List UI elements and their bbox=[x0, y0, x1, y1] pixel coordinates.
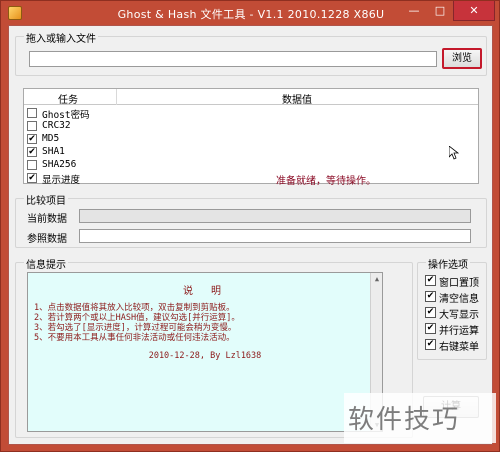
option-parallel[interactable]: ✔ 并行运算 bbox=[425, 322, 491, 337]
table-row-progress[interactable]: ✔ 显示进度 准备就绪，等待操作。 bbox=[26, 172, 476, 187]
current-data-field bbox=[79, 209, 471, 223]
table-row-md5[interactable]: ✔ MD5 bbox=[26, 133, 476, 146]
checkbox-always-on-top[interactable]: ✔ bbox=[425, 275, 436, 286]
info-footer: 2010-12-28, By Lzl1638 bbox=[148, 351, 262, 361]
watermark: 软件技巧 bbox=[344, 393, 496, 443]
current-data-label: 当前数据 bbox=[27, 214, 67, 225]
browse-button[interactable]: 浏览 bbox=[442, 48, 482, 69]
reference-data-field[interactable] bbox=[79, 229, 471, 243]
column-header-task: 任务 bbox=[58, 95, 78, 106]
table-header: 任务 数据值 bbox=[24, 89, 478, 106]
option-label-parallel: 并行运算 bbox=[439, 326, 479, 337]
table-row-sha256[interactable]: SHA256 bbox=[26, 159, 476, 172]
checkbox-context-menu[interactable]: ✔ bbox=[425, 339, 436, 350]
info-line-3: 3、若勾选了[显示进度]，计算过程可能会稍为变慢。 bbox=[34, 323, 237, 333]
option-label-clear-info: 清空信息 bbox=[439, 294, 479, 305]
title-bar[interactable]: Ghost & Hash 文件工具 - V1.1 2010.1228 X86U … bbox=[1, 1, 500, 25]
file-path-input[interactable] bbox=[29, 51, 437, 67]
row-label-sha256: SHA256 bbox=[42, 159, 77, 170]
scroll-up-icon[interactable]: ▲ bbox=[373, 275, 381, 283]
row-label-ghost: Ghost密码 bbox=[42, 110, 90, 121]
option-clear-info[interactable]: ✔ 清空信息 bbox=[425, 290, 491, 305]
reference-data-label: 参照数据 bbox=[27, 234, 67, 245]
checkbox-md5[interactable]: ✔ bbox=[27, 134, 37, 144]
checkbox-sha256[interactable] bbox=[27, 160, 37, 170]
header-divider bbox=[116, 89, 117, 105]
client-area: 拖入或输入文件 浏览 任务 数据值 Ghost密码 CRC32 ✔ MD5 ✔ … bbox=[8, 25, 493, 445]
row-label-progress: 显示进度 bbox=[42, 175, 81, 186]
watermark-text: 软件技巧 bbox=[348, 405, 461, 435]
caption-buttons: — □ ✕ bbox=[401, 1, 495, 21]
close-button[interactable]: ✕ bbox=[453, 1, 495, 21]
maximize-button[interactable]: □ bbox=[427, 1, 453, 21]
checkbox-crc32[interactable] bbox=[27, 121, 37, 131]
minimize-button[interactable]: — bbox=[401, 1, 427, 21]
file-group-label: 拖入或输入文件 bbox=[24, 30, 98, 45]
option-always-on-top[interactable]: ✔ 窗口置顶 bbox=[425, 274, 491, 289]
table-row-sha1[interactable]: ✔ SHA1 bbox=[26, 146, 476, 159]
info-line-2: 2、若计算两个或以上HASH值，建议勾选[并行运算]。 bbox=[34, 313, 240, 323]
option-label-uppercase: 大写显示 bbox=[439, 310, 479, 321]
checkbox-progress[interactable]: ✔ bbox=[27, 173, 37, 183]
checkbox-uppercase[interactable]: ✔ bbox=[425, 307, 436, 318]
column-header-value: 数据值 bbox=[282, 95, 312, 106]
table-row-crc32[interactable]: CRC32 bbox=[26, 120, 476, 133]
option-label-always-on-top: 窗口置顶 bbox=[439, 278, 479, 289]
info-title: 说 明 bbox=[182, 286, 228, 297]
option-label-context-menu: 右键菜单 bbox=[439, 342, 479, 353]
option-context-menu[interactable]: ✔ 右键菜单 bbox=[425, 338, 491, 353]
info-line-4: 5、不要用本工具从事任何非法活动或任何违法活动。 bbox=[34, 333, 235, 343]
options-group-label: 操作选项 bbox=[426, 256, 470, 271]
checkbox-parallel[interactable]: ✔ bbox=[425, 323, 436, 334]
info-text-area[interactable]: 说 明 1、点击数据值将其放入比较项，双击复制到剪贴板。 2、若计算两个或以上H… bbox=[27, 272, 383, 432]
info-group-label: 信息提示 bbox=[24, 256, 68, 271]
option-uppercase[interactable]: ✔ 大写显示 bbox=[425, 306, 491, 321]
info-line-1: 1、点击数据值将其放入比较项，双击复制到剪贴板。 bbox=[34, 303, 235, 313]
row-label-sha1: SHA1 bbox=[42, 146, 65, 157]
compare-group-label: 比较项目 bbox=[24, 192, 68, 207]
checkbox-ghost[interactable] bbox=[27, 108, 37, 118]
app-window: Ghost & Hash 文件工具 - V1.1 2010.1228 X86U … bbox=[0, 0, 500, 452]
mouse-cursor-icon bbox=[449, 146, 459, 160]
table-row-ghost[interactable]: Ghost密码 bbox=[26, 107, 476, 121]
status-message[interactable]: 准备就绪，等待操作。 bbox=[176, 172, 476, 187]
row-label-md5: MD5 bbox=[42, 133, 60, 144]
hash-task-table: 任务 数据值 Ghost密码 CRC32 ✔ MD5 ✔ SHA1 SHA256… bbox=[23, 88, 479, 187]
row-label-crc32: CRC32 bbox=[42, 120, 71, 131]
checkbox-sha1[interactable]: ✔ bbox=[27, 147, 37, 157]
checkbox-clear-info[interactable]: ✔ bbox=[425, 291, 436, 302]
